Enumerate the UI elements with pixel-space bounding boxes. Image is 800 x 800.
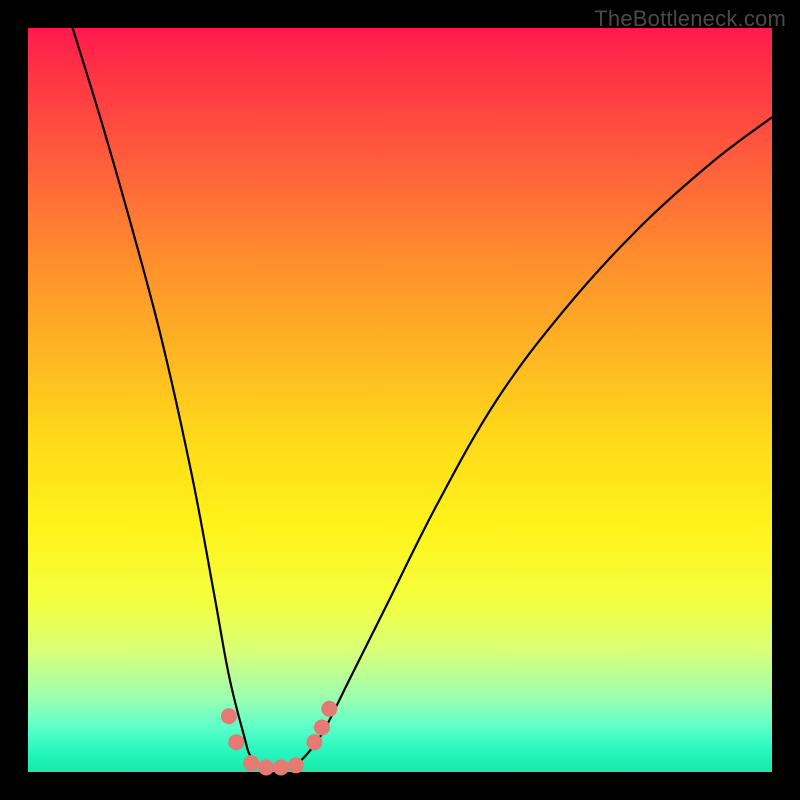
bottleneck-curve bbox=[73, 28, 772, 769]
curve-marker bbox=[273, 760, 289, 776]
chart-svg bbox=[28, 28, 772, 772]
curve-marker bbox=[306, 734, 322, 750]
curve-marker bbox=[221, 708, 237, 724]
curve-marker bbox=[288, 757, 304, 773]
curve-marker bbox=[321, 701, 337, 717]
curve-marker bbox=[314, 719, 330, 735]
watermark-text: TheBottleneck.com bbox=[594, 6, 786, 32]
curve-marker bbox=[258, 760, 274, 776]
curve-marker bbox=[243, 755, 259, 771]
chart-plot-area bbox=[28, 28, 772, 772]
curve-marker bbox=[228, 734, 244, 750]
